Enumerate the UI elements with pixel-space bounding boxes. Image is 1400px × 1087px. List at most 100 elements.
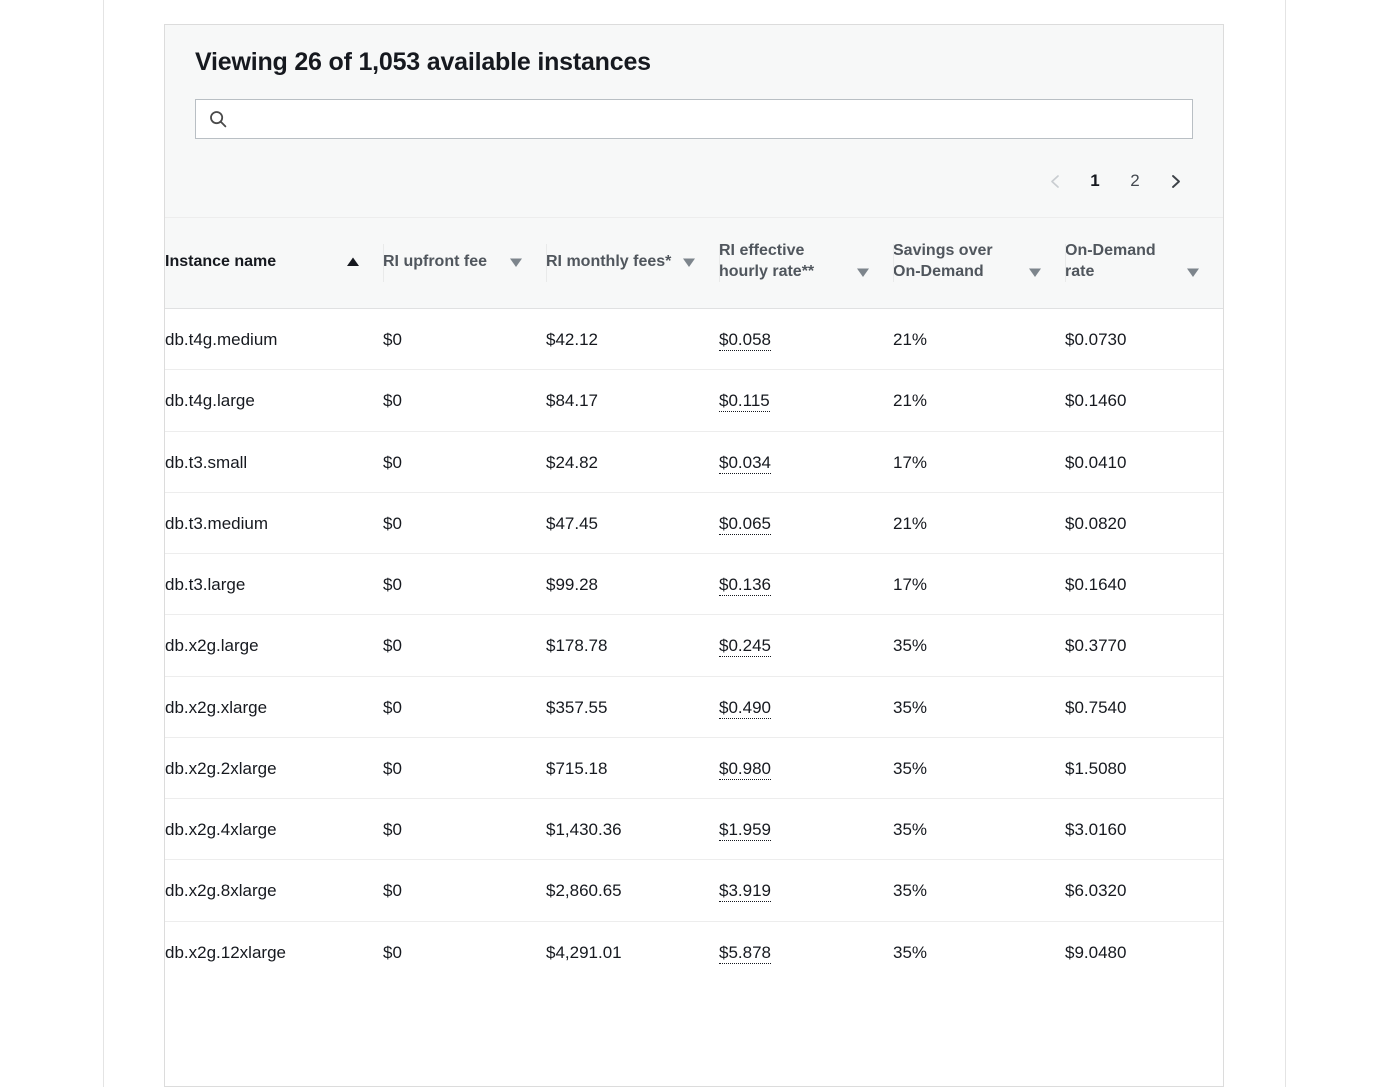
triangle-down-icon — [1027, 264, 1043, 280]
search-icon — [208, 109, 228, 129]
cell-instance-name: db.x2g.large — [165, 614, 383, 677]
page-title: Viewing 26 of 1,053 available instances — [195, 48, 651, 76]
cell-on-demand-rate: $0.0410 — [1065, 430, 1223, 493]
pagination: 1 2 — [195, 163, 1193, 217]
search-input[interactable] — [228, 100, 1192, 138]
cell-ri-monthly-fees: $1,430.36 — [546, 798, 719, 860]
effective-hourly-rate-value[interactable]: $0.115 — [719, 391, 770, 413]
cell-savings-over-on-demand: 17% — [893, 430, 1065, 493]
triangle-down-icon — [1185, 264, 1201, 280]
cell-ri-monthly-fees: $715.18 — [546, 736, 719, 799]
cell-ri-upfront-fee: $0 — [383, 553, 546, 615]
pagination-previous-button[interactable] — [1037, 163, 1073, 199]
cell-on-demand-rate: $0.3770 — [1065, 614, 1223, 677]
cell-ri-monthly-fees: $4,291.01 — [546, 920, 719, 982]
cell-savings-over-on-demand: 35% — [893, 859, 1065, 922]
search-box[interactable] — [195, 99, 1193, 139]
triangle-up-icon — [345, 254, 361, 270]
effective-hourly-rate-value[interactable]: $1.959 — [719, 820, 771, 842]
column-header-ri-monthly-fees[interactable]: RI monthly fees* — [546, 218, 719, 309]
column-header-ri-effective-hourly-rate[interactable]: RI effective hourly rate** — [719, 218, 893, 309]
cell-ri-monthly-fees: $178.78 — [546, 614, 719, 677]
triangle-down-icon — [508, 254, 524, 270]
search-field[interactable] — [195, 99, 1193, 139]
cell-on-demand-rate: $1.5080 — [1065, 736, 1223, 799]
triangle-down-icon — [855, 264, 871, 280]
column-header-label: RI monthly fees* — [546, 252, 672, 270]
effective-hourly-rate-value[interactable]: $0.980 — [719, 758, 771, 780]
chevron-right-icon — [1167, 173, 1184, 190]
instances-panel: Viewing 26 of 1,053 available instances — [164, 24, 1224, 1087]
cell-on-demand-rate: $6.0320 — [1065, 859, 1223, 922]
cell-savings-over-on-demand: 35% — [893, 798, 1065, 860]
cell-ri-upfront-fee: $0 — [383, 675, 546, 738]
effective-hourly-rate-value[interactable]: $0.058 — [719, 330, 771, 352]
column-header-savings-over-on-demand[interactable]: Savings over On-Demand — [893, 218, 1065, 309]
effective-hourly-rate-value[interactable]: $0.245 — [719, 636, 771, 658]
table-row: db.x2g.4xlarge $0 $1,430.36 $1.959 35% $3.016… — [165, 798, 1223, 860]
cell-ri-effective-hourly-rate: $1.959 — [719, 798, 893, 860]
cell-ri-effective-hourly-rate: $0.034 — [719, 430, 893, 493]
pagination-page-1[interactable]: 1 — [1077, 163, 1113, 199]
cell-instance-name: db.t3.medium — [165, 491, 383, 554]
cell-on-demand-rate: $0.0730 — [1065, 308, 1223, 370]
cell-instance-name: db.x2g.8xlarge — [165, 859, 383, 922]
effective-hourly-rate-value[interactable]: $0.136 — [719, 575, 771, 597]
cell-ri-upfront-fee: $0 — [383, 369, 546, 432]
cell-ri-upfront-fee: $0 — [383, 308, 546, 370]
cell-on-demand-rate: $9.0480 — [1065, 920, 1223, 982]
cell-savings-over-on-demand: 21% — [893, 308, 1065, 370]
effective-hourly-rate-value[interactable]: $3.919 — [719, 881, 771, 903]
column-header-label: RI upfront fee — [383, 252, 487, 270]
chevron-left-icon — [1047, 173, 1064, 190]
table-header: Instance name RI upfront fee RI monthly … — [165, 218, 1223, 309]
table-row: db.t3.small $0 $24.82 $0.034 17% $0.0410 — [165, 430, 1223, 493]
cell-instance-name: db.x2g.xlarge — [165, 675, 383, 738]
effective-hourly-rate-value[interactable]: $0.490 — [719, 697, 771, 719]
cell-ri-effective-hourly-rate: $0.136 — [719, 553, 893, 615]
cell-ri-effective-hourly-rate: $0.245 — [719, 614, 893, 677]
table-row: db.t4g.large $0 $84.17 $0.115 21% $0.1460 — [165, 369, 1223, 432]
cell-ri-monthly-fees: $2,860.65 — [546, 859, 719, 922]
column-header-ri-upfront-fee[interactable]: RI upfront fee — [383, 218, 546, 309]
column-header-label: Instance name — [165, 252, 277, 270]
cell-savings-over-on-demand: 35% — [893, 675, 1065, 738]
effective-hourly-rate-value[interactable]: $0.034 — [719, 452, 771, 474]
cell-ri-upfront-fee: $0 — [383, 430, 546, 493]
table-header-row: Instance name RI upfront fee RI monthly … — [165, 218, 1223, 309]
column-header-label: RI effective hourly rate** — [719, 242, 815, 281]
cell-instance-name: db.x2g.4xlarge — [165, 798, 383, 860]
cell-ri-effective-hourly-rate: $0.065 — [719, 491, 893, 554]
cell-ri-upfront-fee: $0 — [383, 920, 546, 982]
instances-table: Instance name RI upfront fee RI monthly … — [165, 218, 1223, 982]
cell-ri-effective-hourly-rate: $0.490 — [719, 675, 893, 738]
cell-ri-monthly-fees: $42.12 — [546, 308, 719, 370]
column-header-label: On-Demand rate — [1065, 242, 1156, 281]
cell-ri-upfront-fee: $0 — [383, 614, 546, 677]
cell-ri-monthly-fees: $357.55 — [546, 675, 719, 738]
triangle-down-icon — [681, 254, 697, 270]
cell-ri-effective-hourly-rate: $0.980 — [719, 736, 893, 799]
pagination-page-2[interactable]: 2 — [1117, 163, 1153, 199]
cell-savings-over-on-demand: 17% — [893, 553, 1065, 615]
cell-ri-monthly-fees: $84.17 — [546, 369, 719, 432]
table-row: db.x2g.2xlarge $0 $715.18 $0.980 35% $1.5080 — [165, 736, 1223, 799]
cell-ri-monthly-fees: $99.28 — [546, 553, 719, 615]
cell-ri-upfront-fee: $0 — [383, 859, 546, 922]
cell-on-demand-rate: $0.1460 — [1065, 369, 1223, 432]
cell-ri-monthly-fees: $24.82 — [546, 430, 719, 493]
cell-instance-name: db.t4g.large — [165, 369, 383, 432]
pagination-next-button[interactable] — [1157, 163, 1193, 199]
cell-instance-name: db.t4g.medium — [165, 308, 383, 370]
effective-hourly-rate-value[interactable]: $0.065 — [719, 513, 771, 535]
column-header-instance-name[interactable]: Instance name — [165, 218, 383, 309]
effective-hourly-rate-value[interactable]: $5.878 — [719, 942, 771, 964]
table-row: db.t4g.medium $0 $42.12 $0.058 21% $0.0730 — [165, 308, 1223, 370]
cell-savings-over-on-demand: 21% — [893, 491, 1065, 554]
table-row: db.x2g.12xlarge $0 $4,291.01 $5.878 35% $9.04… — [165, 920, 1223, 982]
cell-on-demand-rate: $3.0160 — [1065, 798, 1223, 860]
cell-on-demand-rate: $0.0820 — [1065, 491, 1223, 554]
cell-ri-monthly-fees: $47.45 — [546, 491, 719, 554]
column-header-on-demand-rate[interactable]: On-Demand rate — [1065, 218, 1223, 309]
cell-ri-effective-hourly-rate: $0.115 — [719, 369, 893, 432]
